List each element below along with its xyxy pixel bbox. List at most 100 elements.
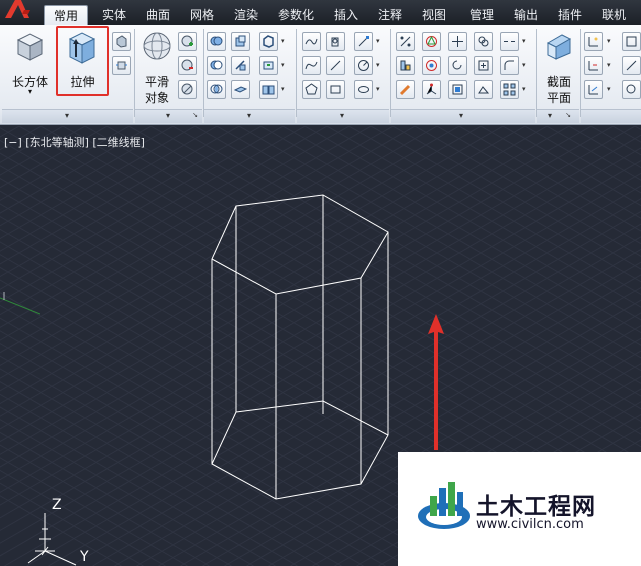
- separate-icon[interactable]: [259, 80, 278, 99]
- offset-icon[interactable]: [448, 80, 467, 99]
- line-segment-icon[interactable]: [326, 56, 345, 75]
- smooth-object-button[interactable]: 平滑 对象: [137, 29, 177, 105]
- extract-edges-icon[interactable]: [259, 32, 278, 51]
- section-label-line1: 截面: [546, 75, 571, 89]
- presspull-icon[interactable]: [112, 32, 131, 51]
- panel-separator: [580, 29, 581, 117]
- tab-render[interactable]: 渲染: [228, 5, 264, 25]
- box-icon: [16, 33, 44, 61]
- tab-mesh[interactable]: 网格: [184, 5, 220, 25]
- extrude-icon: [68, 32, 96, 64]
- fillet-icon[interactable]: [500, 56, 519, 75]
- application-menu-button[interactable]: [0, 0, 42, 25]
- ucs-axes-icon: Z Y: [27, 497, 89, 566]
- ucs-icon[interactable]: [584, 32, 603, 51]
- ucs-named-icon[interactable]: [622, 32, 641, 51]
- panel-footer-solid-edit[interactable]: ▾: [204, 109, 295, 123]
- helix-icon[interactable]: [326, 32, 345, 51]
- mesh-remove-icon[interactable]: [178, 56, 197, 75]
- panel-footer-mesh[interactable]: ▾ ↘: [135, 109, 202, 123]
- dropdown-arrow-icon[interactable]: ▾: [281, 80, 288, 99]
- polyline-icon[interactable]: [302, 32, 321, 51]
- tab-parametric[interactable]: 参数化: [272, 5, 320, 25]
- mesh-add-icon[interactable]: [178, 32, 197, 51]
- 3d-align-icon[interactable]: [396, 56, 415, 75]
- line-icon[interactable]: [354, 32, 373, 51]
- 3d-mirror-icon[interactable]: [422, 56, 441, 75]
- smooth-label-line1: 平滑: [144, 75, 169, 89]
- ucs-y-label: Y: [79, 549, 89, 565]
- 3d-rotate-icon[interactable]: [422, 32, 441, 51]
- dropdown-arrow-icon[interactable]: ▾: [522, 80, 529, 99]
- extrude-label: 拉伸: [70, 75, 95, 89]
- civilcn-logo-icon: [418, 482, 470, 529]
- explode-icon[interactable]: [474, 56, 493, 75]
- section-plane-button[interactable]: 截面 平面: [540, 29, 578, 105]
- ellipse-icon[interactable]: [354, 80, 373, 99]
- thicken-icon[interactable]: [231, 80, 250, 99]
- watermark-title: 土木工程网: [476, 494, 596, 520]
- dropdown-arrow-icon[interactable]: ▾: [522, 56, 529, 75]
- polygon-icon[interactable]: [302, 80, 321, 99]
- ucs-origin-icon[interactable]: [584, 56, 603, 75]
- panel-footer-section[interactable]: ▾ ↘: [537, 109, 579, 123]
- ucs-z-label: Z: [52, 497, 62, 513]
- extrude-button[interactable]: 拉伸: [60, 29, 105, 93]
- rectangle-icon[interactable]: [326, 80, 345, 99]
- dropdown-arrow-icon[interactable]: ▾: [281, 32, 288, 51]
- smooth-label-line2: 对象: [144, 91, 169, 105]
- dropdown-arrow-icon[interactable]: ▾: [607, 80, 614, 99]
- intersect-icon[interactable]: [207, 80, 226, 99]
- spline-icon[interactable]: [302, 56, 321, 75]
- panel-footer-modeling[interactable]: ▾: [2, 109, 133, 123]
- tab-online[interactable]: 联机: [596, 5, 632, 25]
- dropdown-arrow-icon[interactable]: ▾: [522, 32, 529, 51]
- tab-insert[interactable]: 插入: [328, 5, 364, 25]
- union-icon[interactable]: [207, 32, 226, 51]
- imprint-icon[interactable]: [259, 56, 278, 75]
- erase-icon[interactable]: [396, 80, 415, 99]
- ucs-world-icon[interactable]: [584, 80, 603, 99]
- break-icon[interactable]: [500, 32, 519, 51]
- stretch-icon[interactable]: [474, 80, 493, 99]
- tab-plugins[interactable]: 插件: [552, 5, 588, 25]
- crosshair-cursor-icon: [0, 292, 40, 315]
- solid-edit-icon[interactable]: [231, 32, 250, 51]
- dropdown-arrow-icon[interactable]: ▾: [376, 56, 383, 75]
- tab-annotate[interactable]: 注释: [372, 5, 408, 25]
- mesh-refine-icon[interactable]: [178, 80, 197, 99]
- 3d-array-icon[interactable]: [422, 80, 441, 99]
- tab-common[interactable]: 常用: [44, 5, 88, 25]
- ucs-zoom-icon[interactable]: [622, 80, 641, 99]
- copy-icon[interactable]: [474, 32, 493, 51]
- dropdown-arrow-icon[interactable]: ▾: [376, 32, 383, 51]
- dropdown-arrow-icon[interactable]: ▾: [376, 80, 383, 99]
- box-button[interactable]: 长方体 ▾: [8, 29, 52, 103]
- dropdown-arrow-icon[interactable]: ▾: [607, 56, 614, 75]
- panel-footer-draw[interactable]: ▾: [297, 109, 389, 123]
- subtract-icon[interactable]: [207, 56, 226, 75]
- tab-output[interactable]: 输出: [508, 5, 544, 25]
- tab-view[interactable]: 视图: [416, 5, 452, 25]
- panel-footer-modify[interactable]: ▾: [391, 109, 535, 123]
- dropdown-arrow-icon[interactable]: ▾: [607, 32, 614, 51]
- box-dropdown-icon[interactable]: ▾: [8, 87, 52, 96]
- rotate-icon[interactable]: [448, 56, 467, 75]
- panel-separator: [390, 29, 391, 117]
- ribbon-tab-bar: 常用 实体 曲面 网格 渲染 参数化 插入 注释 视图 管理 输出 插件 联机: [0, 0, 641, 25]
- drawing-viewport[interactable]: [−] [东北等轴测] [二维线框] Z Y 土木工程网 www.civilcn…: [0, 126, 641, 566]
- circle-icon[interactable]: [354, 56, 373, 75]
- sweep-icon[interactable]: [112, 56, 131, 75]
- dropdown-arrow-icon[interactable]: ▾: [281, 56, 288, 75]
- tab-manage[interactable]: 管理: [460, 5, 504, 25]
- array-icon[interactable]: [500, 80, 519, 99]
- panel-separator: [536, 29, 537, 117]
- panel-footer-coordinates[interactable]: [581, 109, 641, 123]
- scale-icon[interactable]: [396, 32, 415, 51]
- 3d-move-icon[interactable]: [448, 32, 467, 51]
- smooth-object-icon: [143, 32, 171, 60]
- ucs-view-icon[interactable]: [622, 56, 641, 75]
- tab-solid[interactable]: 实体: [96, 5, 132, 25]
- slice-icon[interactable]: [231, 56, 250, 75]
- tab-surface[interactable]: 曲面: [140, 5, 176, 25]
